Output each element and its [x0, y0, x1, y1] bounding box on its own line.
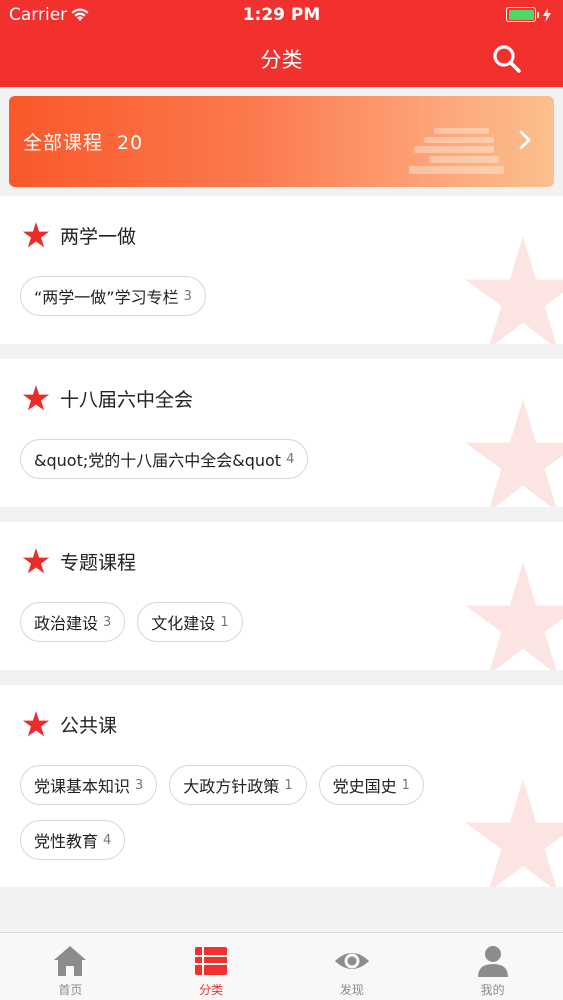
- tag-name: 党性教育: [34, 832, 99, 851]
- tag-name: 党史国史: [332, 777, 397, 796]
- tab-mine[interactable]: 我的: [422, 933, 563, 1000]
- category-section: 十八届六中全会 &quot;党的十八届六中全会&quot 4: [0, 359, 563, 507]
- books-decoration-icon: [409, 128, 504, 174]
- category-section: 专题课程 政治建设 3 文化建设 1: [0, 522, 563, 670]
- star-icon: [22, 548, 50, 574]
- tag-name: 党课基本知识: [34, 777, 131, 796]
- chevron-right-icon: [519, 130, 531, 150]
- all-courses-label: 全部课程 20: [23, 128, 143, 155]
- tab-discover[interactable]: 发现: [282, 933, 423, 1000]
- tag-count: 1: [401, 777, 410, 793]
- search-icon[interactable]: [491, 43, 523, 75]
- star-icon: [22, 222, 50, 248]
- tag-name: &quot;党的十八届六中全会&quot: [34, 451, 282, 470]
- all-courses-banner[interactable]: 全部课程 20: [9, 96, 554, 187]
- all-courses-text: 全部课程: [23, 132, 104, 154]
- section-title: 两学一做: [60, 225, 137, 248]
- tab-label: 首页: [58, 983, 83, 997]
- tag-name: 大政方针政策: [183, 777, 280, 796]
- clock: 1:29 PM: [242, 5, 321, 25]
- all-courses-count: 20: [117, 132, 144, 154]
- star-icon: [22, 711, 50, 737]
- tag-count: 3: [135, 777, 144, 793]
- section-header: 两学一做: [22, 221, 136, 249]
- person-icon: [477, 946, 508, 977]
- tag-count: 3: [183, 288, 192, 304]
- status-bar: Carrier 1:29 PM: [0, 0, 563, 30]
- course-tag[interactable]: 大政方针政策 1: [169, 765, 307, 805]
- charging-bolt-icon: [543, 7, 551, 22]
- tag-name: 政治建设: [34, 614, 99, 633]
- category-section: 公共课 党课基本知识 3 大政方针政策 1 党史国史 1 党性教育 4: [0, 685, 563, 887]
- tab-category[interactable]: 分类: [141, 933, 282, 1000]
- star-icon: [22, 385, 50, 411]
- section-header: 十八届六中全会: [22, 384, 193, 412]
- section-title: 专题课程: [60, 551, 137, 574]
- page-title: 分类: [260, 48, 303, 72]
- tag-list: 政治建设 3 文化建设 1: [20, 602, 540, 657]
- tab-label: 我的: [480, 983, 505, 997]
- tag-list: &quot;党的十八届六中全会&quot 4: [20, 439, 540, 494]
- home-icon: [54, 946, 87, 976]
- tag-name: “两学一做”学习专栏: [34, 288, 179, 307]
- list-icon: [195, 947, 228, 975]
- section-header: 公共课: [22, 710, 117, 738]
- battery-icon: [506, 7, 536, 22]
- tab-label: 分类: [199, 983, 224, 997]
- course-tag[interactable]: 政治建设 3: [20, 602, 126, 642]
- section-header: 专题课程: [22, 547, 136, 575]
- course-tag[interactable]: “两学一做”学习专栏 3: [20, 276, 206, 316]
- tag-count: 4: [103, 832, 112, 848]
- eye-icon: [334, 953, 369, 969]
- course-tag[interactable]: &quot;党的十八届六中全会&quot 4: [20, 439, 309, 479]
- course-tag[interactable]: 党课基本知识 3: [20, 765, 158, 805]
- tab-home[interactable]: 首页: [0, 933, 141, 1000]
- nav-bar: 分类: [0, 30, 563, 87]
- tag-list: “两学一做”学习专栏 3: [20, 276, 540, 331]
- category-section: 两学一做 “两学一做”学习专栏 3: [0, 196, 563, 344]
- tag-count: 4: [286, 451, 295, 467]
- course-tag[interactable]: 文化建设 1: [137, 602, 243, 642]
- tag-list: 党课基本知识 3 大政方针政策 1 党史国史 1 党性教育 4: [20, 765, 540, 875]
- tab-label: 发现: [339, 983, 364, 997]
- tag-count: 3: [103, 614, 112, 630]
- battery-indicator: [506, 7, 551, 22]
- course-tag[interactable]: 党史国史 1: [318, 765, 424, 805]
- tag-count: 1: [284, 777, 293, 793]
- course-tag[interactable]: 党性教育 4: [20, 820, 126, 860]
- tag-count: 1: [220, 614, 229, 630]
- section-title: 十八届六中全会: [60, 388, 194, 411]
- tab-bar: 首页 分类 发现 我的: [0, 932, 563, 1000]
- section-title: 公共课: [60, 714, 118, 737]
- tag-name: 文化建设: [151, 614, 216, 633]
